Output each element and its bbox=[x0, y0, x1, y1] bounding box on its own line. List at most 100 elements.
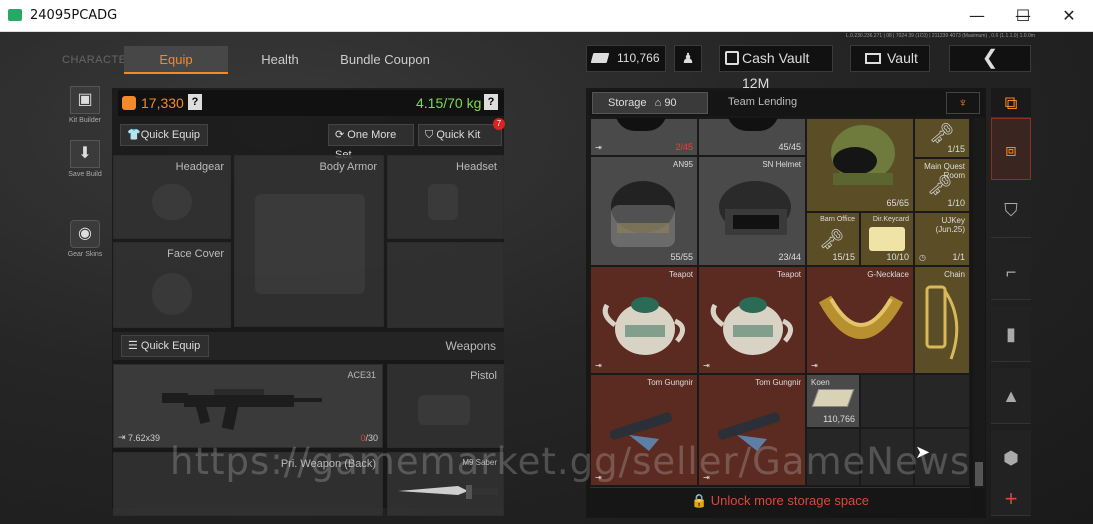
magazine-icon: ▮ bbox=[1006, 324, 1016, 344]
trader-button[interactable]: ♟ bbox=[674, 45, 702, 72]
tab-health[interactable]: Health bbox=[240, 46, 320, 74]
item-name: Dir.Keycard bbox=[872, 216, 909, 223]
tab-equip[interactable]: Equip bbox=[124, 46, 228, 74]
headgear-label: Headgear bbox=[175, 161, 224, 173]
category-weapons[interactable]: ⌐ bbox=[991, 244, 1031, 300]
close-button[interactable]: ✕ bbox=[1046, 0, 1092, 31]
storage-item-ujkey[interactable]: UJKey (Jun.25) ◷ 1/1 bbox=[914, 212, 970, 266]
storage-item-sn-helmet[interactable]: SN Helmet 23/44 bbox=[698, 156, 806, 266]
equip-header: 17,330 ? 4.15/70 kg ? bbox=[118, 90, 504, 116]
team-lending-tab[interactable]: Team Lending bbox=[728, 96, 797, 108]
list-icon: ☰ bbox=[128, 340, 141, 352]
pistol-slot[interactable]: Pistol bbox=[387, 364, 504, 448]
vault-button[interactable]: Vault bbox=[850, 45, 930, 72]
primary-weapon-slot[interactable]: ACE31 ⇥ 7.62x39 0/30 bbox=[113, 364, 383, 448]
lock-icon: 🔒 bbox=[690, 493, 711, 508]
chain-icon bbox=[925, 285, 959, 360]
storage-grid: ⇥ 2/45 45/45 AN95 55/55 SN Helmet 23/44 bbox=[590, 118, 970, 486]
money-amount: 110,766 bbox=[617, 51, 660, 65]
item-count: 45/45 bbox=[778, 142, 801, 152]
item-name: Tom Gungnir bbox=[647, 378, 693, 387]
vest-icon: ⧈ bbox=[1005, 140, 1017, 160]
item-count: 10/10 bbox=[886, 252, 909, 262]
value-help-icon[interactable]: ? bbox=[188, 94, 202, 110]
sort-button[interactable]: ♆ bbox=[946, 92, 980, 114]
save-build-button[interactable]: ⬇ Save Build bbox=[62, 140, 108, 178]
weight-value: 4.15/70 kg bbox=[416, 95, 482, 111]
watermark-text: https://gamemarket.gg/seller/GameNews bbox=[170, 440, 971, 483]
key-icon: 🗝 bbox=[929, 123, 955, 145]
headset-slot[interactable]: Headset bbox=[387, 155, 504, 239]
item-count: 65/65 bbox=[886, 198, 909, 208]
headgear-slot[interactable]: Headgear bbox=[113, 155, 231, 239]
add-icon: + bbox=[1004, 486, 1018, 511]
necklace-icon bbox=[818, 295, 904, 339]
back-button[interactable]: ❮ bbox=[949, 45, 1031, 72]
storage-empty-cell[interactable] bbox=[914, 374, 970, 428]
storage-item-top-1[interactable]: ⇥ 2/45 bbox=[590, 118, 698, 156]
storage-item-koen[interactable]: Koen 110,766 bbox=[806, 374, 860, 428]
teapot-icon bbox=[710, 297, 793, 355]
clock-icon: ◷ bbox=[919, 253, 926, 262]
storage-empty-cell[interactable] bbox=[860, 374, 914, 428]
gear-skins-button[interactable]: ◉ Gear Skins bbox=[62, 220, 108, 258]
body-armor-slot[interactable]: Body Armor bbox=[234, 155, 384, 327]
keycard-icon bbox=[869, 227, 905, 251]
window-titlebar: 24095PCADG — ✕ bbox=[0, 0, 1093, 32]
category-armor[interactable]: ⛉ bbox=[991, 182, 1031, 238]
maximize-button[interactable]: ☐ bbox=[1000, 0, 1046, 31]
item-name: Tom Gungnir bbox=[755, 378, 801, 387]
unlock-storage-button[interactable]: 🔒 Unlock more storage space bbox=[590, 487, 970, 513]
storage-header: Storage ⌂ 90 Rows Team Lending ♆ bbox=[590, 90, 984, 129]
storage-scrollbar[interactable] bbox=[973, 118, 985, 488]
armor-icon: ⛉ bbox=[1004, 200, 1018, 220]
quick-kit-button[interactable]: ⛉ Quick Kit 7 bbox=[418, 118, 505, 146]
armor-placeholder-icon bbox=[255, 194, 365, 294]
quick-kit-label: Quick Kit bbox=[436, 129, 481, 141]
category-supplies[interactable]: ⬢ bbox=[991, 430, 1031, 486]
knife-icon bbox=[398, 485, 498, 499]
storage-item-barn-office[interactable]: Barn Office 🗝 15/15 bbox=[806, 212, 860, 266]
vest-icon: ▣ bbox=[70, 86, 100, 114]
quick-equip-button[interactable]: 👕Quick Equip bbox=[120, 124, 208, 146]
category-add[interactable]: + bbox=[991, 482, 1031, 516]
weapons-label: Weapons bbox=[445, 339, 496, 353]
kit-builder-button[interactable]: ▣ Kit Builder bbox=[62, 86, 108, 124]
storage-item-an95[interactable]: AN95 55/55 bbox=[590, 156, 698, 266]
helmet-item-icon bbox=[727, 118, 779, 131]
storage-item-green-helmet[interactable]: 65/65 bbox=[806, 118, 914, 212]
storage-item-teapot-2[interactable]: Teapot ⇥ bbox=[698, 266, 806, 374]
helmet-icon bbox=[719, 181, 791, 235]
category-magazines[interactable]: ▮ bbox=[991, 306, 1031, 362]
minimize-button-2[interactable]: — bbox=[954, 0, 1000, 31]
mask-placeholder-icon bbox=[152, 273, 192, 315]
face-cover-slot[interactable]: Face Cover bbox=[113, 242, 231, 328]
scrollbar-thumb[interactable] bbox=[975, 462, 983, 486]
storage-tab[interactable]: Storage ⌂ 90 Rows bbox=[592, 92, 708, 129]
item-name: AN95 bbox=[672, 160, 693, 169]
storage-item-key-top[interactable]: 🗝 1/15 bbox=[914, 118, 970, 158]
category-all-items[interactable]: ⧉ bbox=[991, 88, 1031, 118]
cash-vault-button[interactable]: Cash Vault 12M bbox=[719, 45, 833, 91]
window-title: 24095PCADG bbox=[30, 8, 118, 23]
storage-item-top-2[interactable]: 45/45 bbox=[698, 118, 806, 156]
item-count: 1/15 bbox=[947, 144, 965, 154]
storage-item-teapot-1[interactable]: Teapot ⇥ bbox=[590, 266, 698, 374]
quick-kit-badge: 7 bbox=[493, 118, 505, 130]
storage-item-chain[interactable]: Chain bbox=[914, 266, 970, 374]
weapons-quick-equip-button[interactable]: ☰ Quick Equip bbox=[121, 335, 209, 357]
rifle-icon bbox=[162, 389, 322, 430]
weight-help-icon[interactable]: ? bbox=[484, 94, 498, 110]
tab-bundle-coupon[interactable]: Bundle Coupon bbox=[334, 46, 436, 74]
game-window: CHARACTER Equip Health Bundle Coupon 110… bbox=[0, 32, 1093, 524]
one-more-set-button[interactable]: ⟳ One More Set bbox=[328, 124, 414, 161]
category-ammo[interactable]: ▲ bbox=[991, 368, 1031, 424]
vault-label: Vault bbox=[887, 50, 918, 66]
extra-slot[interactable] bbox=[387, 242, 504, 328]
storage-item-main-quest-key[interactable]: Main Quest Room 🗝 1/10 bbox=[914, 158, 970, 212]
storage-item-dir-keycard[interactable]: Dir.Keycard 10/10 bbox=[860, 212, 914, 266]
rifle-icon: ⌐ bbox=[1005, 262, 1017, 282]
category-equipment[interactable]: ⧈ bbox=[991, 118, 1031, 180]
storage-item-g-necklace[interactable]: G-Necklace ⇥ bbox=[806, 266, 914, 374]
equip-value: 17,330 bbox=[141, 95, 184, 111]
